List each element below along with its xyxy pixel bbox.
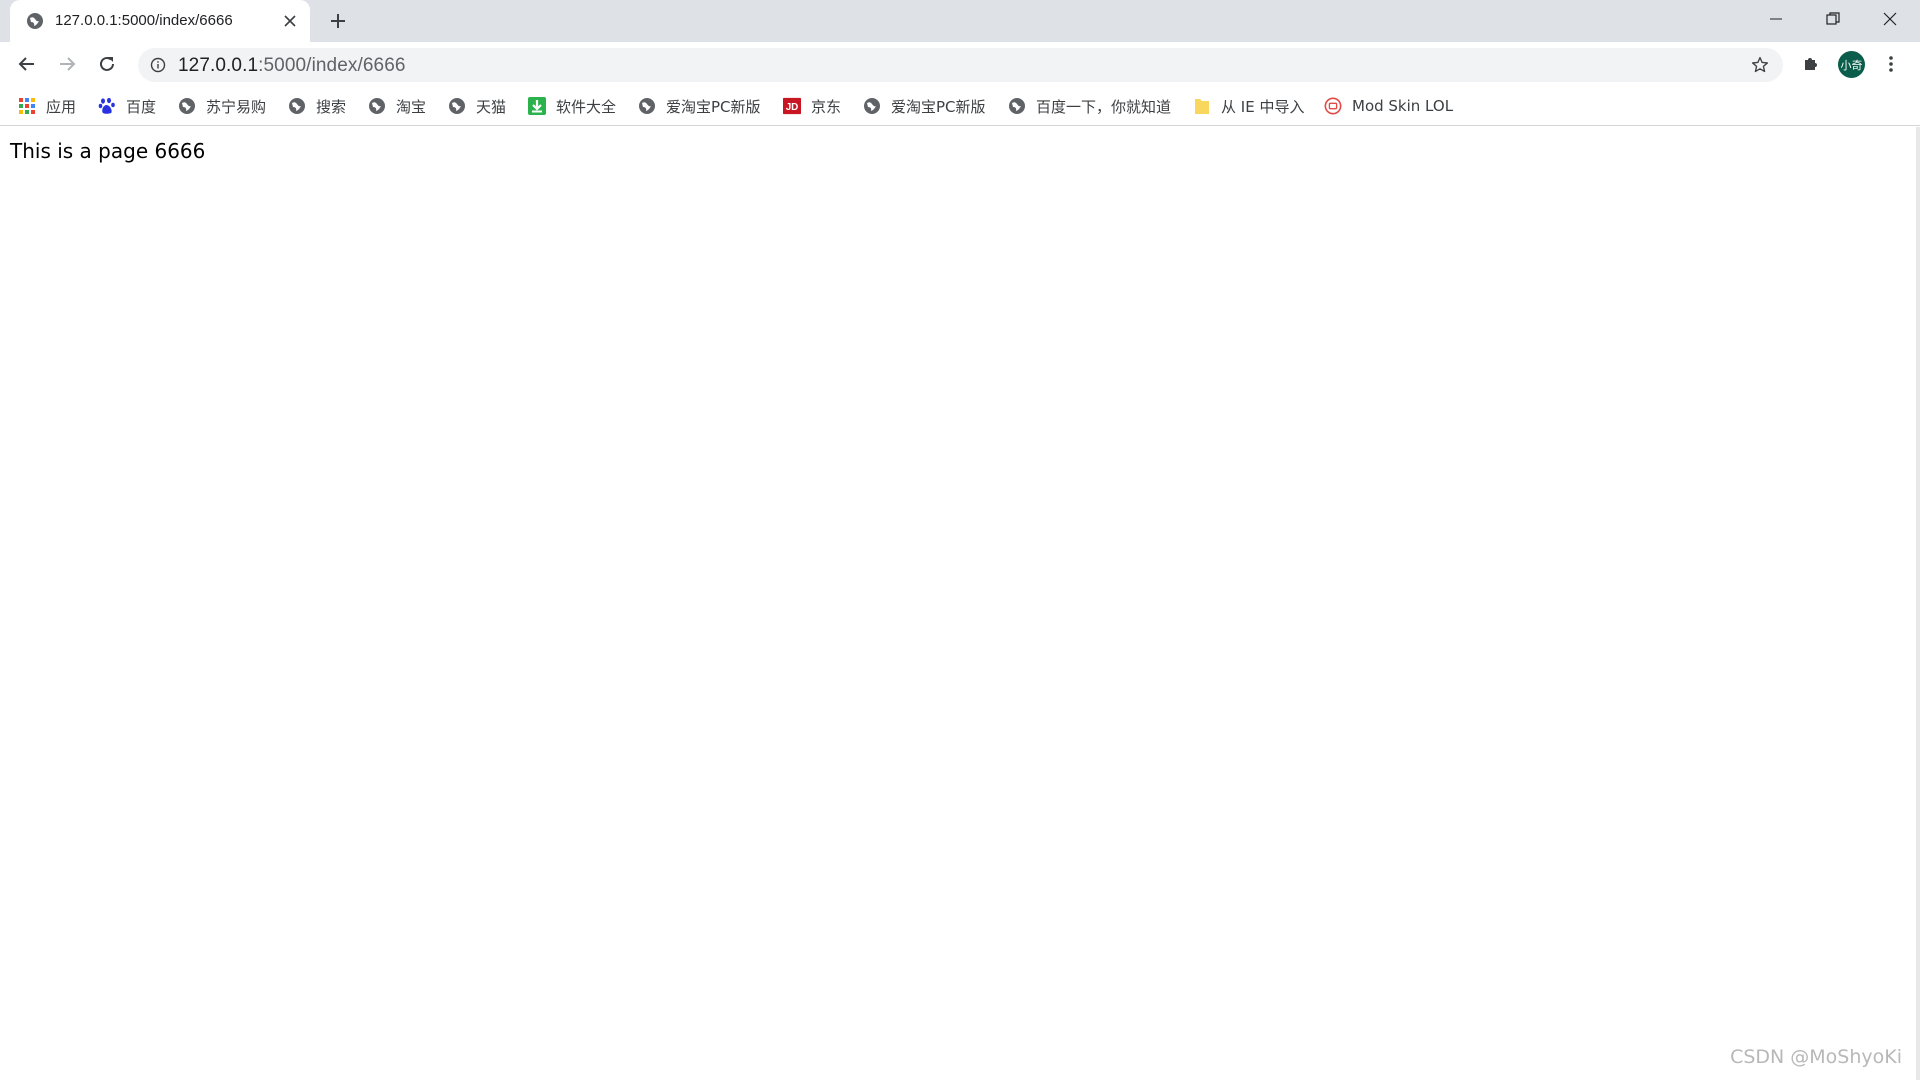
globe-icon — [638, 97, 656, 115]
jd-logo-icon: JD — [783, 97, 801, 115]
apps-grid-icon — [18, 97, 36, 115]
bookmark-aitaobao-1[interactable]: 爱淘宝PC新版 — [638, 94, 761, 118]
window-edge — [1916, 127, 1920, 1080]
bookmark-modskin[interactable]: Mod Skin LOL — [1324, 94, 1453, 118]
bookmark-label: 爱淘宝PC新版 — [666, 97, 761, 116]
toolbar: 127.0.0.1:5000/index/6666 小奇 — [0, 42, 1920, 86]
extensions-puzzle-icon[interactable] — [1798, 51, 1824, 77]
bookmark-baidu[interactable]: 百度 — [98, 94, 156, 118]
bookmark-star-icon[interactable] — [1749, 54, 1771, 76]
active-tab[interactable]: 127.0.0.1:5000/index/6666 — [10, 0, 310, 42]
info-icon[interactable] — [150, 57, 166, 73]
bookmark-label: 搜索 — [316, 97, 347, 116]
bookmark-label: 爱淘宝PC新版 — [891, 97, 986, 116]
bookmark-label: 苏宁易购 — [206, 97, 267, 116]
globe-icon — [178, 97, 196, 115]
bookmark-jd[interactable]: JD 京东 — [783, 94, 841, 118]
page-content: This is a page 6666 — [0, 127, 1920, 1080]
more-menu-icon[interactable] — [1878, 51, 1904, 77]
bookmark-label: 天猫 — [476, 97, 507, 116]
globe-icon — [288, 97, 306, 115]
svg-text:JD: JD — [786, 102, 799, 113]
close-window-icon[interactable] — [1862, 0, 1917, 38]
tab-strip: 127.0.0.1:5000/index/6666 — [0, 0, 1920, 42]
bookmark-tmall[interactable]: 天猫 — [448, 94, 506, 118]
download-icon — [528, 97, 546, 115]
back-arrow-icon[interactable] — [13, 50, 41, 78]
globe-icon — [863, 97, 881, 115]
bookmark-software[interactable]: 软件大全 — [528, 94, 616, 118]
bookmark-label: 应用 — [46, 97, 77, 116]
bookmark-search[interactable]: 搜索 — [288, 94, 346, 118]
tab-title: 127.0.0.1:5000/index/6666 — [55, 12, 233, 29]
bookmark-baidu-search[interactable]: 百度一下，你就知道 — [1008, 94, 1171, 118]
close-tab-icon[interactable] — [280, 11, 300, 31]
modskin-icon — [1324, 97, 1342, 115]
folder-icon — [1193, 97, 1211, 115]
globe-icon — [448, 97, 466, 115]
bookmark-apps[interactable]: 应用 — [18, 94, 76, 118]
bookmark-suning[interactable]: 苏宁易购 — [178, 94, 266, 118]
url-host: 127.0.0.1 — [178, 55, 259, 76]
watermark: CSDN @MoShyoKi — [1730, 1046, 1902, 1068]
globe-icon — [26, 12, 44, 30]
globe-icon — [368, 97, 386, 115]
page-body-text: This is a page 6666 — [10, 139, 206, 163]
forward-arrow-icon[interactable] — [53, 50, 81, 78]
bookmark-label: 软件大全 — [556, 97, 617, 116]
minimize-icon[interactable] — [1748, 0, 1803, 38]
profile-avatar[interactable]: 小奇 — [1838, 51, 1865, 78]
url-path: :5000/index/6666 — [258, 55, 406, 76]
bookmark-aitaobao-2[interactable]: 爱淘宝PC新版 — [863, 94, 986, 118]
bookmark-label: Mod Skin LOL — [1352, 97, 1454, 115]
globe-icon — [1008, 97, 1026, 115]
new-tab-icon[interactable] — [326, 9, 350, 33]
bookmark-label: 从 IE 中导入 — [1221, 97, 1305, 116]
bookmark-label: 京东 — [811, 97, 842, 116]
reload-icon[interactable] — [93, 50, 121, 78]
bookmark-folder-ie-import[interactable]: 从 IE 中导入 — [1193, 94, 1304, 118]
restore-icon[interactable] — [1805, 0, 1860, 38]
bookmark-label: 百度 — [126, 97, 157, 116]
url-text[interactable]: 127.0.0.1:5000/index/6666 — [178, 55, 406, 77]
bookmark-taobao[interactable]: 淘宝 — [368, 94, 426, 118]
bookmark-label: 淘宝 — [396, 97, 427, 116]
bookmark-label: 百度一下，你就知道 — [1036, 97, 1172, 116]
address-bar[interactable]: 127.0.0.1:5000/index/6666 — [138, 48, 1783, 82]
baidu-paw-icon — [98, 97, 116, 115]
bookmarks-bar: 应用 百度 苏宁易购 搜索 淘宝 天猫 软件大全 爱淘宝PC新版 JD 京东 爱… — [0, 86, 1920, 126]
